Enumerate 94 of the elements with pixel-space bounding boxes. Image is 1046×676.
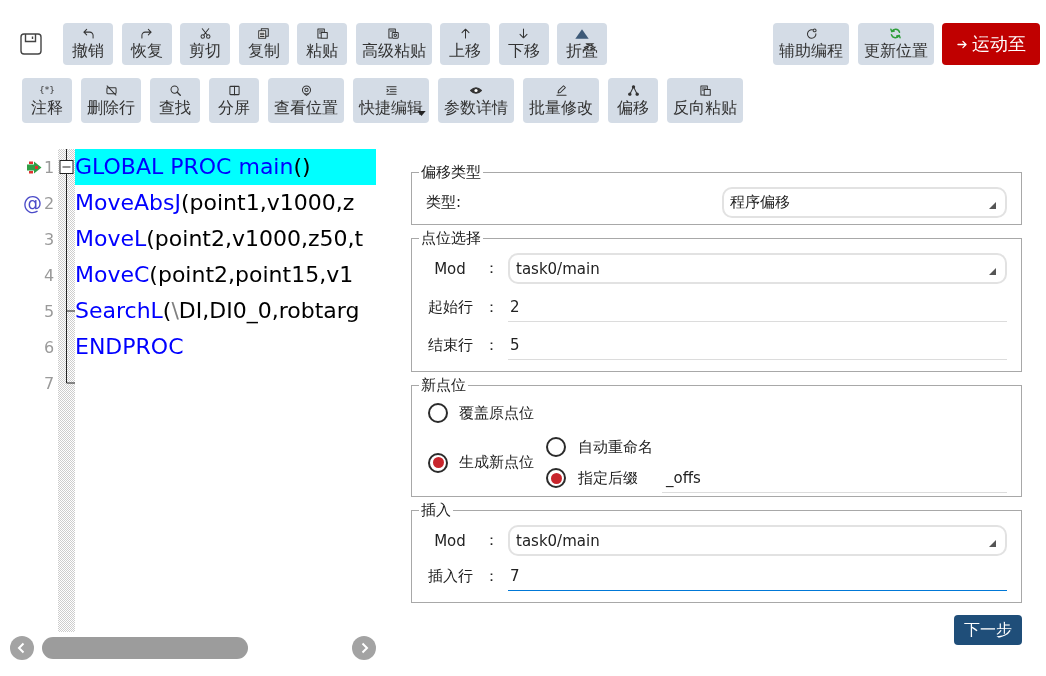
triangle-up-icon (575, 28, 589, 39)
offset-button[interactable]: 偏移 (608, 78, 658, 123)
line-number: 5 (44, 301, 54, 321)
field-label: 结束行 (426, 335, 474, 355)
redo-icon (141, 28, 152, 39)
pointer-arrow-icon (26, 160, 42, 174)
line-number-field[interactable]: 2 (508, 292, 1007, 322)
copy-icon (258, 28, 269, 39)
comment-button[interactable]: {*} 注释 (22, 78, 72, 123)
scrollbar-thumb[interactable] (42, 637, 248, 659)
module-dropdown[interactable]: task0/main (508, 525, 1007, 556)
undo-button[interactable]: 撤销 (63, 23, 113, 65)
refresh-button[interactable]: 更新位置 (857, 23, 934, 65)
move-up-button[interactable]: 上移 (440, 23, 490, 65)
paste-icon (316, 28, 328, 39)
documents-icon (699, 85, 711, 96)
field-label: 类型: (426, 193, 462, 212)
target-icon (300, 85, 312, 96)
group-title: 新点位 (420, 375, 467, 395)
radio-button[interactable] (546, 437, 566, 457)
details-button[interactable]: 参数详情 (438, 78, 514, 123)
radio-button[interactable] (546, 468, 566, 488)
line-number: 1 (44, 157, 54, 177)
nodes-icon (627, 85, 639, 96)
refresh-icon (890, 28, 901, 39)
reverse-paste-button[interactable]: 反向粘贴 (667, 78, 743, 123)
copy-button[interactable]: 复制 (238, 23, 289, 65)
search-button[interactable]: 查找 (150, 78, 200, 123)
radio-button[interactable] (428, 452, 448, 473)
view-position-button[interactable]: 查看位置 (268, 78, 344, 123)
eye-icon (470, 87, 482, 94)
split-view-icon (228, 85, 240, 96)
line-number: 7 (44, 373, 54, 393)
option-label[interactable]: 生成新点位 (459, 453, 534, 472)
assist-button[interactable]: 辅助编程 (773, 23, 849, 65)
field-label: Mod (433, 259, 467, 278)
caret-icon (989, 268, 996, 275)
offset-type-dropdown[interactable]: 程序偏移 (722, 187, 1007, 218)
batch-edit-button[interactable]: 批量修改 (523, 78, 599, 123)
paste-button[interactable]: 粘贴 (297, 23, 347, 65)
delete-line-button[interactable]: 删除行 (81, 78, 141, 123)
code-line: MoveC(point2,point15,v1 (75, 261, 354, 289)
field-label: 插入行 (426, 566, 474, 586)
line-number: 3 (44, 229, 54, 249)
arrow-down-icon (518, 28, 529, 39)
ring-dot-icon (805, 28, 817, 39)
comment-icon: {*} (39, 85, 55, 96)
field-colon: ： (482, 297, 500, 317)
caret-icon (989, 540, 996, 547)
group-title: 偏移类型 (420, 162, 482, 182)
list-icon (385, 85, 397, 96)
line-number: 6 (44, 337, 54, 357)
caret-icon (989, 202, 996, 209)
field-colon: ： (482, 531, 500, 550)
option-label[interactable]: 覆盖原点位 (459, 403, 534, 423)
undo-icon (82, 28, 94, 39)
option-label[interactable]: 指定后缀 (578, 468, 638, 488)
paste-special-icon (388, 28, 399, 39)
field-colon: ： (482, 259, 500, 278)
module-dropdown[interactable]: task0/main (508, 253, 1007, 284)
code-line: SearchL(\DI,DI0_0,robtarg (75, 297, 360, 326)
redo-button[interactable]: 恢复 (121, 23, 172, 65)
breakpoint-marker: @ (23, 193, 42, 213)
next-step-button[interactable]: 下一步 (954, 615, 1022, 645)
paste-special-button[interactable]: 高级粘贴 (355, 23, 432, 65)
move-down-button[interactable]: 下移 (498, 23, 549, 65)
field-label: 起始行 (426, 297, 474, 317)
field-colon: ： (482, 335, 500, 355)
move-to-button[interactable]: 运动至 (942, 23, 1040, 65)
line-number: 2 (44, 193, 54, 213)
cut-button[interactable]: 剪切 (180, 23, 230, 65)
code-line: MoveL(point2,v1000,z50,t (75, 225, 364, 253)
fold-button[interactable]: 折叠 (557, 23, 607, 65)
line-number-field[interactable]: 5 (508, 330, 1007, 360)
pencil-icon (555, 85, 567, 96)
field-label: Mod (433, 531, 467, 550)
split-button[interactable]: 分屏 (209, 78, 259, 123)
scissors-icon (199, 28, 211, 39)
option-label[interactable]: 自动重命名 (578, 437, 653, 457)
group-title: 插入 (420, 500, 452, 520)
radio-button[interactable] (428, 403, 448, 423)
code-line: ENDPROC (75, 333, 184, 361)
arrow-right-icon (956, 39, 967, 49)
line-number: 4 (44, 265, 54, 285)
search-icon (169, 85, 181, 96)
line-number-field[interactable]: 7 (508, 561, 1007, 591)
save-icon[interactable] (20, 33, 42, 55)
crossed-box-icon (105, 85, 117, 96)
suffix-field[interactable]: _offs (662, 463, 1007, 493)
code-line: MoveAbsJ(point1,v1000,z (75, 189, 355, 217)
field-colon: ： (482, 566, 500, 586)
collapse-icon[interactable] (59, 160, 74, 174)
arrow-up-icon (459, 28, 471, 39)
group-title: 点位选择 (420, 228, 482, 248)
